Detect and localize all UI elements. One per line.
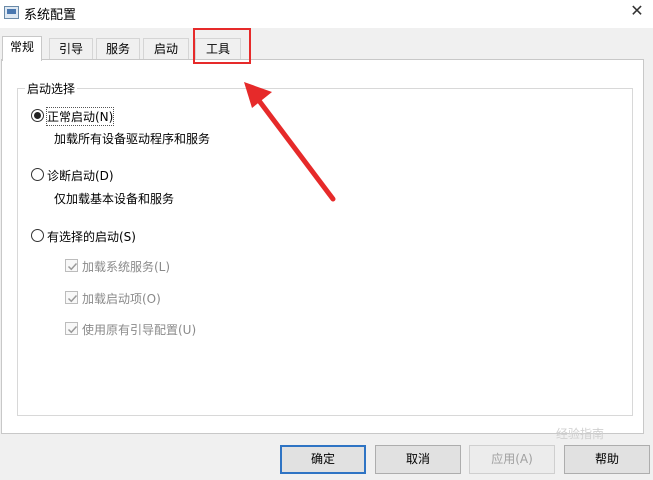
close-icon[interactable]: ✕ (625, 1, 649, 23)
system-config-window: 系统配置 ✕ 常规 引导 服务 启动 工具 启动选择 正常启动(N) 加载所有设… (0, 0, 653, 480)
tab-startup[interactable]: 启动 (143, 38, 189, 59)
app-icon (4, 6, 19, 19)
normal-startup-description: 加载所有设备驱动程序和服务 (54, 132, 211, 146)
cancel-button[interactable]: 取消 (375, 445, 461, 474)
red-arrow-annotation (244, 82, 336, 202)
diagnostic-startup-description: 仅加载基本设备和服务 (54, 192, 175, 206)
checkmark-icon (67, 294, 78, 303)
radio-label: 正常启动(N) (45, 107, 115, 126)
tab-general[interactable]: 常规 (2, 36, 42, 61)
radio-label: 有选择的启动(S) (47, 230, 136, 244)
radio-button[interactable] (31, 168, 44, 181)
checkbox-label: 加载启动项(O) (82, 292, 161, 306)
help-button[interactable]: 帮助 (564, 445, 650, 474)
title-bar: 系统配置 ✕ (0, 0, 653, 28)
checkbox-box[interactable] (65, 291, 78, 304)
checkbox-box[interactable] (65, 322, 78, 335)
tab-tools-highlight-box (193, 28, 251, 64)
watermark: 经验指南 (556, 427, 605, 441)
checkbox-label: 加载系统服务(L) (82, 260, 171, 274)
ok-button[interactable]: 确定 (280, 445, 366, 474)
checkmark-icon (67, 262, 78, 271)
checkbox-box[interactable] (65, 259, 78, 272)
checkbox-label: 使用原有引导配置(U) (82, 323, 197, 337)
radio-button[interactable] (31, 109, 44, 122)
apply-button[interactable]: 应用(A) (469, 445, 555, 474)
radio-label: 诊断启动(D) (47, 169, 114, 183)
startup-selection-legend: 启动选择 (25, 80, 78, 97)
tab-services[interactable]: 服务 (96, 38, 140, 59)
checkmark-icon (67, 325, 78, 334)
window-title: 系统配置 (24, 8, 77, 23)
tab-strip: 常规 引导 服务 启动 工具 (0, 36, 653, 61)
tab-boot[interactable]: 引导 (49, 38, 93, 59)
radio-button[interactable] (31, 229, 44, 242)
